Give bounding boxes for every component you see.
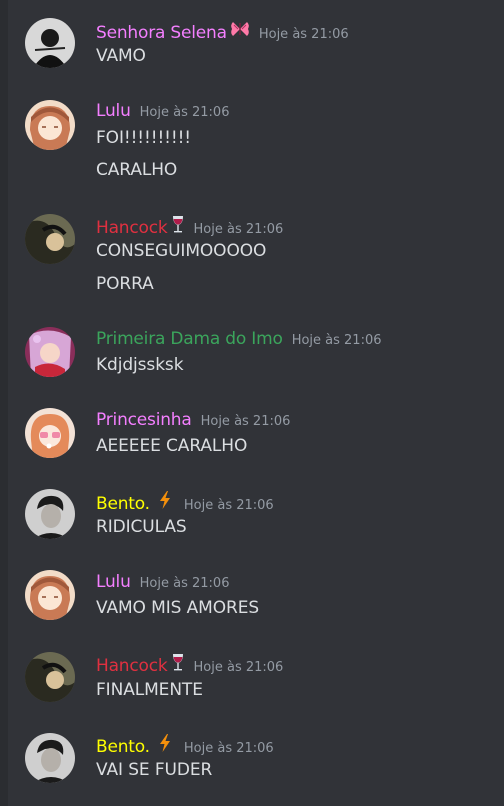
message-text: VAMO <box>96 46 146 66</box>
avatar[interactable] <box>25 214 75 264</box>
timestamp: Hoje às 21:06 <box>258 27 349 42</box>
wine-glass-icon <box>171 653 185 674</box>
lightning-icon <box>158 491 172 512</box>
author-name[interactable]: Lulu <box>96 101 131 121</box>
author-name[interactable]: Hancock <box>96 656 168 676</box>
avatar[interactable] <box>25 408 75 458</box>
message-text: FINALMENTE <box>96 680 203 700</box>
message-text: AEEEEE CARALHO <box>96 436 248 456</box>
avatar[interactable] <box>25 652 75 702</box>
message-text: VAI SE FUDER <box>96 760 213 780</box>
author-name[interactable]: Hancock <box>96 218 168 238</box>
avatar[interactable] <box>25 327 75 377</box>
author-name[interactable]: Primeira Dama do Imo <box>96 329 283 349</box>
timestamp: Hoje às 21:06 <box>193 660 284 675</box>
message-text: PORRA <box>96 274 154 294</box>
timestamp: Hoje às 21:06 <box>139 105 230 120</box>
message-text: RIDICULAS <box>96 517 187 537</box>
author-name[interactable]: Princesinha <box>96 410 192 430</box>
avatar[interactable] <box>25 100 75 150</box>
message-text: VAMO MIS AMORES <box>96 598 260 618</box>
avatar[interactable] <box>25 733 75 783</box>
message-text: CARALHO <box>96 160 178 180</box>
author-name[interactable]: Bento. <box>96 737 150 757</box>
author-name[interactable]: Lulu <box>96 572 131 592</box>
timestamp: Hoje às 21:06 <box>139 576 230 591</box>
butterfly-icon <box>230 20 250 41</box>
author-name[interactable]: Bento. <box>96 494 150 514</box>
timestamp: Hoje às 21:06 <box>193 222 284 237</box>
avatar[interactable] <box>25 570 75 620</box>
avatar[interactable] <box>25 18 75 68</box>
lightning-icon <box>158 734 172 755</box>
timestamp: Hoje às 21:06 <box>291 333 382 348</box>
message-text: FOI!!!!!!!!!! <box>96 128 192 148</box>
author-name[interactable]: Senhora Selena <box>96 23 227 43</box>
message-text: CONSEGUIMOOOOO <box>96 241 267 261</box>
channel-edge <box>0 0 8 806</box>
avatar[interactable] <box>25 489 75 539</box>
timestamp: Hoje às 21:06 <box>183 741 274 756</box>
wine-glass-icon <box>171 215 185 236</box>
timestamp: Hoje às 21:06 <box>183 498 274 513</box>
timestamp: Hoje às 21:06 <box>200 414 291 429</box>
message-text: Kdjdjssksk <box>96 355 184 375</box>
